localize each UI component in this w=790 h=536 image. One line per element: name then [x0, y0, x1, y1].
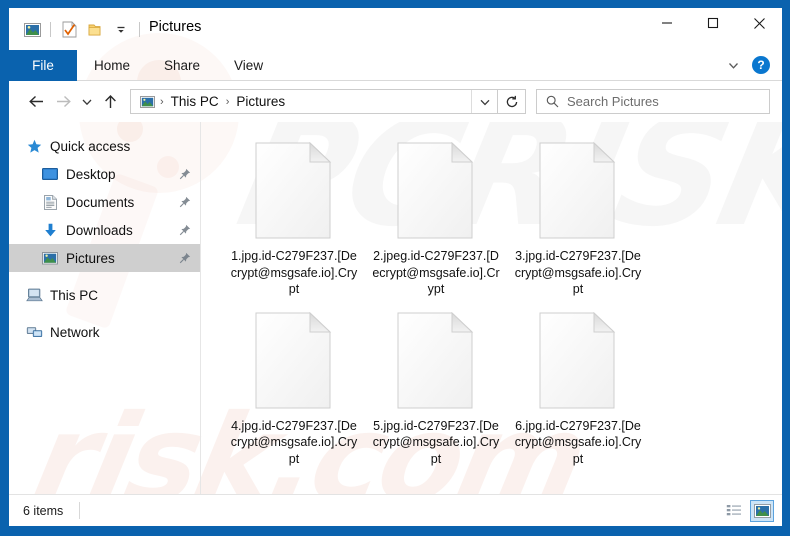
search-icon	[546, 95, 559, 108]
file-name: 3.jpg.id-C279F237.[Decrypt@msgsafe.io].C…	[514, 249, 642, 296]
address-bar-row: › This PC › Pictures Search Pictures	[9, 81, 782, 122]
file-grid: 1.jpg.id-C279F237.[Decrypt@msgsafe.io].C…	[223, 138, 782, 477]
sidebar-item-this-pc[interactable]: This PC	[9, 281, 200, 309]
sidebar-item-downloads[interactable]: Downloads	[9, 216, 200, 244]
sidebar-item-desktop[interactable]: Desktop	[9, 160, 200, 188]
sidebar-item-pictures[interactable]: Pictures	[9, 244, 200, 272]
blank-document-icon	[397, 311, 475, 409]
sidebar-item-quick-access[interactable]: Quick access	[9, 132, 200, 160]
details-view-icon[interactable]	[722, 500, 746, 522]
navigation-pane: Quick access Desktop Documents Downloads…	[9, 122, 201, 494]
file-item[interactable]: 2.jpeg.id-C279F237.[Decrypt@msgsafe.io].…	[365, 138, 507, 308]
address-dropdown-icon[interactable]	[471, 90, 497, 113]
pin-icon[interactable]	[178, 167, 192, 181]
status-bar: 6 items	[9, 494, 782, 526]
back-arrow-icon[interactable]	[23, 88, 50, 115]
file-name: 5.jpg.id-C279F237.[Decrypt@msgsafe.io].C…	[372, 418, 500, 466]
search-input[interactable]: Search Pictures	[536, 89, 770, 114]
file-name: 4.jpg.id-C279F237.[Decrypt@msgsafe.io].C…	[230, 418, 358, 466]
blank-document-icon	[397, 141, 475, 239]
file-explorer-window: PCRISK risk.com	[9, 8, 782, 526]
breadcrumb-pictures[interactable]: Pictures	[231, 92, 290, 111]
tab-file[interactable]: File	[9, 50, 77, 81]
sidebar-label: Quick access	[50, 138, 131, 154]
documents-icon	[39, 193, 61, 211]
refresh-button[interactable]	[498, 89, 526, 114]
sidebar-label: Pictures	[66, 250, 115, 266]
chevron-down-icon[interactable]	[722, 54, 744, 76]
properties-checkmark-icon[interactable]	[56, 19, 82, 41]
sidebar-label: Documents	[66, 194, 135, 210]
sidebar-label: This PC	[50, 287, 99, 303]
sidebar-item-documents[interactable]: Documents	[9, 188, 200, 216]
window-controls	[644, 8, 782, 38]
desktop-background: PCRISK risk.com	[0, 0, 790, 536]
sidebar-item-network[interactable]: Network	[9, 318, 200, 346]
help-button[interactable]: ?	[752, 56, 770, 74]
up-arrow-icon[interactable]	[97, 88, 124, 115]
pictures-folder-icon[interactable]	[19, 19, 45, 41]
file-item[interactable]: 6.jpg.id-C279F237.[Decrypt@msgsafe.io].C…	[507, 308, 649, 478]
this-pc-icon	[23, 286, 45, 304]
breadcrumb-separator-2: ›	[225, 95, 230, 108]
breadcrumb: › This PC › Pictures	[131, 92, 471, 111]
window-title: Pictures	[149, 19, 202, 35]
tab-home[interactable]: Home	[77, 50, 147, 81]
file-name: 6.jpg.id-C279F237.[Decrypt@msgsafe.io].C…	[514, 418, 642, 466]
new-folder-icon[interactable]	[82, 19, 108, 41]
forward-arrow-icon[interactable]	[50, 88, 77, 115]
quick-access-toolbar	[9, 8, 145, 42]
downloads-icon	[39, 221, 61, 239]
title-bar: Pictures	[9, 8, 782, 50]
explorer-body: Quick access Desktop Documents Downloads…	[9, 122, 782, 494]
file-item[interactable]: 1.jpg.id-C279F237.[Decrypt@msgsafe.io].C…	[223, 138, 365, 308]
blank-document-icon	[255, 311, 333, 409]
status-divider	[79, 502, 81, 519]
tab-share[interactable]: Share	[147, 50, 217, 81]
minimize-button[interactable]	[644, 8, 690, 38]
ribbon-right-controls: ?	[722, 50, 782, 80]
recent-locations-chevron-icon[interactable]	[77, 88, 97, 115]
tab-view[interactable]: View	[217, 50, 280, 81]
pin-icon[interactable]	[178, 223, 192, 237]
customize-dropdown-icon[interactable]	[108, 19, 134, 41]
item-count: 6 items	[23, 503, 64, 518]
breadcrumb-this-pc[interactable]: This PC	[166, 92, 224, 111]
file-list-view[interactable]: 1.jpg.id-C279F237.[Decrypt@msgsafe.io].C…	[201, 122, 782, 494]
file-item[interactable]: 3.jpg.id-C279F237.[Decrypt@msgsafe.io].C…	[507, 138, 649, 308]
sidebar-label: Desktop	[66, 166, 116, 182]
pictures-icon[interactable]	[136, 95, 158, 108]
pin-icon[interactable]	[178, 251, 192, 265]
file-item[interactable]: 4.jpg.id-C279F237.[Decrypt@msgsafe.io].C…	[223, 308, 365, 478]
maximize-button[interactable]	[690, 8, 736, 38]
toolbar-separator	[50, 22, 51, 37]
blank-document-icon	[539, 311, 617, 409]
address-bar[interactable]: › This PC › Pictures	[130, 89, 498, 114]
network-icon	[23, 323, 45, 341]
blank-document-icon	[255, 141, 333, 239]
blank-document-icon	[539, 141, 617, 239]
pictures-icon	[39, 249, 61, 267]
file-name: 2.jpeg.id-C279F237.[Decrypt@msgsafe.io].…	[372, 249, 500, 296]
large-icons-view-icon[interactable]	[750, 499, 774, 522]
sidebar-label: Downloads	[66, 222, 133, 238]
breadcrumb-separator: ›	[160, 95, 164, 108]
search-placeholder: Search Pictures	[567, 94, 659, 109]
file-name: 1.jpg.id-C279F237.[Decrypt@msgsafe.io].C…	[230, 249, 358, 296]
ribbon-tab-bar: File Home Share View ?	[9, 50, 782, 81]
close-button[interactable]	[736, 8, 782, 38]
star-icon	[23, 137, 45, 155]
file-item[interactable]: 5.jpg.id-C279F237.[Decrypt@msgsafe.io].C…	[365, 308, 507, 478]
sidebar-label: Network	[50, 324, 100, 340]
pin-icon[interactable]	[178, 195, 192, 209]
view-mode-buttons	[722, 499, 774, 522]
toolbar-separator-2	[139, 22, 140, 37]
desktop-icon	[39, 165, 61, 183]
